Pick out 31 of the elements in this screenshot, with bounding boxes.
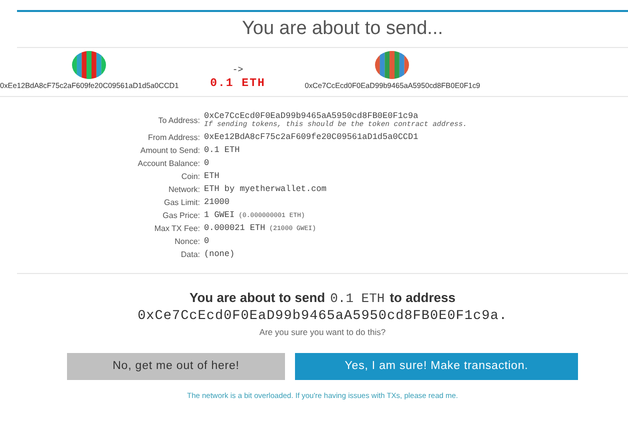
detail-label: Data: xyxy=(180,250,200,258)
detail-label: Max TX Fee: xyxy=(153,224,200,232)
detail-label: To Address: xyxy=(157,116,200,124)
detail-value: 0 xyxy=(204,158,210,168)
detail-value: 0xEe12BdA8cF75c2aF609fe20C09561aD1d5a0CCD1 xyxy=(204,132,418,142)
detail-label: Account Balance: xyxy=(136,158,200,168)
detail-label: Coin: xyxy=(180,172,200,180)
detail-label: Amount to Send: xyxy=(139,146,200,154)
detail-value: 0.000021 ETH xyxy=(204,223,266,233)
confirm-button[interactable]: Yes, I am sure! Make transaction. xyxy=(295,353,578,380)
detail-value: 0xCe7CcEcd0F0EaD99b9465aA5950cd8FB0E0F1c9a xyxy=(204,111,418,121)
detail-label: Nonce: xyxy=(174,236,200,246)
detail-label: Gas Price: xyxy=(162,210,200,220)
avatar-icon xyxy=(72,51,106,79)
detail-label: Network: xyxy=(167,184,200,194)
detail-value: 0.1 ETH xyxy=(204,145,240,155)
detail-value: (none) xyxy=(204,249,235,259)
cancel-button[interactable]: No, get me out of here! xyxy=(67,353,285,380)
detail-label: From Address: xyxy=(146,132,200,142)
avatar-icon xyxy=(375,51,410,79)
detail-value: 1 GWEI xyxy=(204,210,235,220)
detail-label: Gas Limit: xyxy=(162,198,200,206)
amount-text: 0.1 ETH xyxy=(210,77,266,90)
dialog-title: You are about to send... xyxy=(17,12,628,48)
arrow-text: -> xyxy=(232,65,244,75)
detail-value: ETH xyxy=(204,171,220,181)
detail-value: 0 xyxy=(204,236,210,246)
detail-value: ETH by myetherwallet.com xyxy=(204,184,326,194)
confirmation-message: You are about to send 0.1 ETH to address 0xCe7CcEcd0F0EaD99b9465aA5950cd8FB0E0F1c9a. xyxy=(138,289,508,324)
detail-value: 21000 xyxy=(204,197,230,207)
confirmation-question: Are you sure you want to do this? xyxy=(259,327,386,337)
